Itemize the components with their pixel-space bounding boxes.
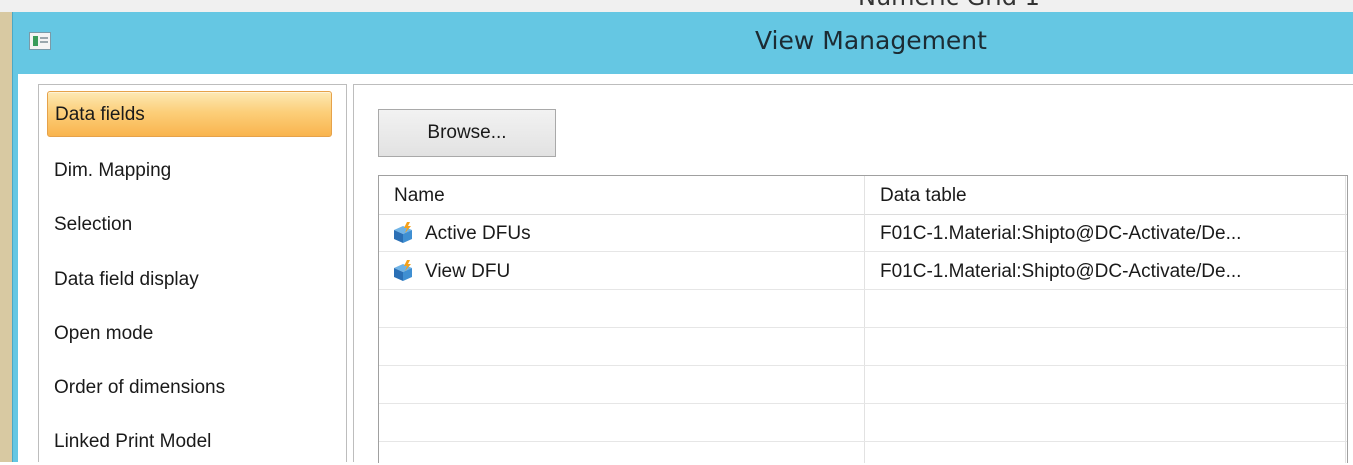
sidebar-item-selection[interactable]: Selection [47,202,332,248]
table-row[interactable]: Active DFUs F01C-1.Material:Shipto@DC-Ac… [379,214,1347,252]
cell-data-table: F01C-1.Material:Shipto@DC-Activate/De... [880,261,1242,282]
cube-icon [394,260,412,281]
table-row[interactable] [379,290,1347,328]
table-row[interactable] [379,404,1347,442]
data-fields-panel: Browse... Name Data table Active DFUs F0… [353,84,1353,463]
dialog-client-area: Data fields Dim. Mapping Selection Data … [18,74,1353,463]
cell-data-table: F01C-1.Material:Shipto@DC-Activate/De... [880,223,1242,244]
dialog-title: View Management [755,26,987,55]
cell-name: View DFU [425,261,511,282]
table-header: Name Data table [379,176,1347,215]
column-header-data-table[interactable]: Data table [865,176,1347,214]
app-window-icon[interactable] [29,32,51,50]
cube-icon [394,222,412,243]
data-fields-table[interactable]: Name Data table Active DFUs F01C-1.Mater… [378,175,1348,463]
sidebar-item-dim-mapping[interactable]: Dim. Mapping [47,148,332,194]
sidebar-item-data-field-display[interactable]: Data field display [47,257,332,303]
table-row[interactable] [379,442,1347,463]
background-window-title: Numeric Grid 1 [858,0,1040,11]
browse-button[interactable]: Browse... [378,109,556,157]
title-bar[interactable]: View Management [13,12,1353,74]
table-row[interactable] [379,366,1347,404]
cell-name: Active DFUs [425,223,531,244]
sidebar-nav: Data fields Dim. Mapping Selection Data … [38,84,347,462]
sidebar-item-open-mode[interactable]: Open mode [47,311,332,357]
table-row[interactable] [379,328,1347,366]
sidebar-item-data-fields[interactable]: Data fields [47,91,332,137]
sidebar-item-order-of-dimensions[interactable]: Order of dimensions [47,365,332,411]
sidebar-item-linked-print-model[interactable]: Linked Print Model [47,419,332,465]
column-header-name[interactable]: Name [379,176,865,214]
view-management-dialog: View Management Data fields Dim. Mapping… [12,12,1353,463]
table-row[interactable]: View DFU F01C-1.Material:Shipto@DC-Activ… [379,252,1347,290]
